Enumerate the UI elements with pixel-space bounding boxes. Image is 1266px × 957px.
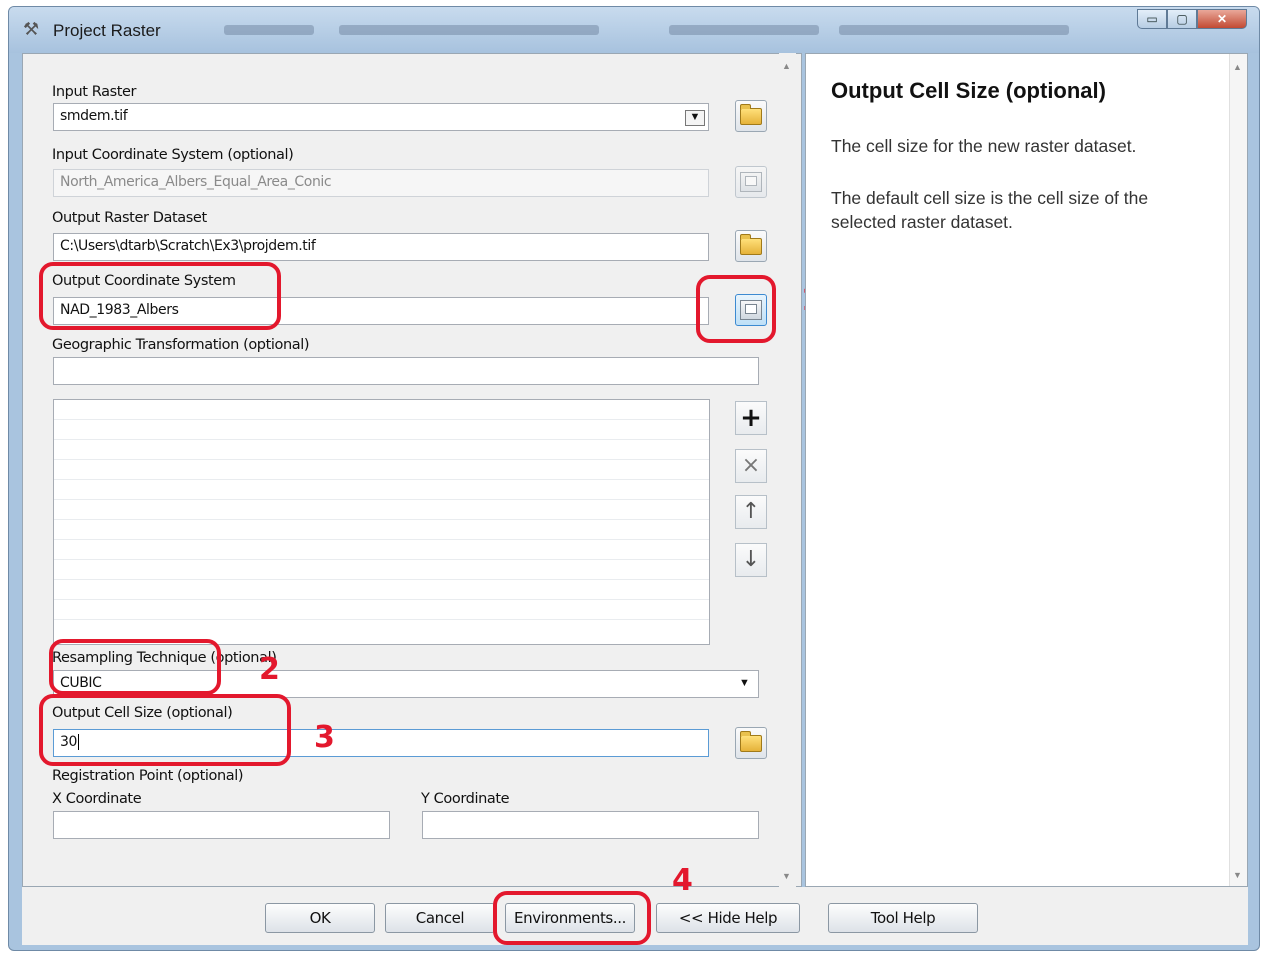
minimize-button[interactable]: ▭ — [1137, 9, 1167, 29]
folder-icon — [740, 233, 762, 255]
y-coordinate-label: Y Coordinate — [421, 791, 510, 807]
tool-help-button[interactable]: Tool Help — [828, 903, 978, 933]
help-paragraph: The cell size for the new raster dataset… — [831, 136, 1137, 156]
output-raster-dataset-field[interactable]: C:\Users\dtarb\Scratch\Ex3\projdem.tif — [53, 233, 709, 261]
title-bar[interactable]: ⚒ Project Raster ▭ ▢ ✕ — [9, 7, 1259, 53]
list-row — [54, 460, 709, 480]
blurred-toolbar — [339, 25, 599, 35]
annotation-number-4: 4 — [672, 863, 693, 898]
help-scrollbar[interactable]: ▲ ▼ — [1229, 54, 1247, 886]
add-row-button[interactable]: + — [735, 401, 767, 435]
input-coordinate-system-button — [735, 166, 767, 198]
arrow-down-icon: ↓ — [741, 547, 761, 572]
scroll-up-icon[interactable]: ▲ — [1233, 62, 1242, 72]
window-controls: ▭ ▢ ✕ — [1137, 9, 1247, 29]
close-button[interactable]: ✕ — [1197, 9, 1247, 29]
annotation-box-4 — [493, 891, 651, 945]
list-row — [54, 540, 709, 560]
input-coordinate-system-value: North_America_Albers_Equal_Area_Conic — [60, 174, 332, 190]
annotation-box-3 — [39, 694, 291, 766]
close-icon: × — [741, 453, 761, 478]
list-row — [54, 560, 709, 580]
list-row — [54, 520, 709, 540]
folder-icon — [740, 103, 762, 125]
x-coordinate-label: X Coordinate — [52, 791, 142, 807]
list-row — [54, 600, 709, 620]
input-raster-combobox[interactable]: smdem.tif — [53, 103, 709, 131]
help-paragraph: The default cell size is the cell size o… — [831, 188, 1149, 232]
plus-icon: + — [740, 403, 762, 433]
scroll-down-icon[interactable]: ▼ — [782, 871, 791, 881]
button-bar: OK Cancel Environments... << Hide Help T… — [22, 887, 1248, 945]
chevron-down-icon[interactable]: ▼ — [739, 677, 750, 689]
list-row — [54, 420, 709, 440]
geographic-transformation-label: Geographic Transformation (optional) — [52, 337, 310, 353]
move-up-button[interactable]: ↑ — [735, 495, 767, 529]
output-raster-browse-button[interactable] — [735, 230, 767, 262]
input-raster-browse-button[interactable] — [735, 100, 767, 132]
blurred-toolbar — [224, 25, 314, 35]
spatial-reference-icon — [740, 172, 762, 192]
annotation-number-2: 2 — [259, 652, 280, 687]
input-coordinate-system-label: Input Coordinate System (optional) — [52, 147, 294, 163]
list-row — [54, 400, 709, 420]
parameters-scrollbar[interactable]: ▲ ▼ — [779, 53, 796, 887]
scroll-up-icon[interactable]: ▲ — [782, 61, 791, 71]
tool-icon: ⚒ — [23, 19, 40, 39]
annotation-box-2 — [49, 639, 221, 695]
help-title: Output Cell Size (optional) — [831, 78, 1106, 103]
annotation-box-1 — [39, 262, 281, 330]
geographic-transformation-field[interactable] — [53, 357, 759, 385]
output-raster-dataset-label: Output Raster Dataset — [52, 210, 207, 226]
list-row — [54, 480, 709, 500]
output-cell-size-browse-button[interactable] — [735, 727, 767, 759]
annotation-number-3: 3 — [314, 720, 335, 755]
arrow-up-icon: ↑ — [741, 499, 761, 524]
scroll-down-icon[interactable]: ▼ — [1233, 870, 1242, 880]
x-coordinate-input[interactable] — [53, 811, 390, 839]
list-row — [54, 440, 709, 460]
registration-point-label: Registration Point (optional) — [52, 768, 244, 784]
blurred-toolbar — [839, 25, 1069, 35]
parameters-pane: Input Raster smdem.tif ▼ Input Coordinat… — [22, 53, 802, 887]
help-pane: Output Cell Size (optional) The cell siz… — [805, 53, 1248, 887]
remove-row-button[interactable]: × — [735, 449, 767, 483]
output-raster-dataset-value: C:\Users\dtarb\Scratch\Ex3\projdem.tif — [60, 238, 316, 254]
list-row — [54, 580, 709, 600]
maximize-button[interactable]: ▢ — [1167, 9, 1197, 29]
input-raster-label: Input Raster — [52, 84, 137, 100]
cancel-button[interactable]: Cancel — [385, 903, 495, 933]
annotation-box-1 — [696, 275, 776, 343]
move-down-button[interactable]: ↓ — [735, 543, 767, 577]
list-row — [54, 500, 709, 520]
blurred-toolbar — [669, 25, 819, 35]
window-title: Project Raster — [53, 21, 161, 40]
input-raster-dropdown-icon[interactable]: ▼ — [685, 110, 705, 126]
transformation-list[interactable] — [53, 399, 710, 645]
ok-button[interactable]: OK — [265, 903, 375, 933]
y-coordinate-input[interactable] — [422, 811, 759, 839]
input-coordinate-system-field: North_America_Albers_Equal_Area_Conic — [53, 169, 709, 197]
folder-icon — [740, 730, 762, 752]
hide-help-button[interactable]: << Hide Help — [656, 903, 800, 933]
project-raster-window: ⚒ Project Raster ▭ ▢ ✕ Input Raster smde… — [8, 6, 1260, 951]
input-raster-value: smdem.tif — [60, 108, 128, 124]
